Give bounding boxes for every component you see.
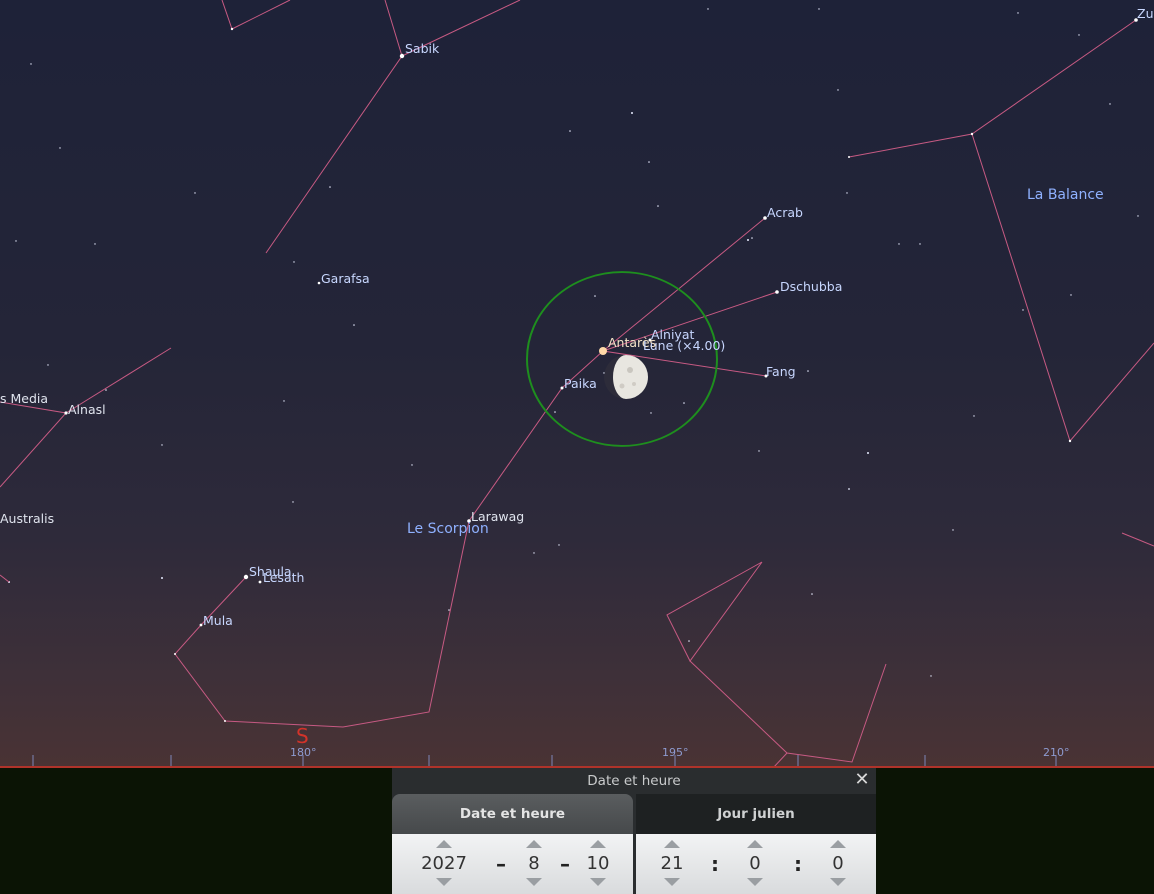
star-label-alnasl: Alnasl (68, 402, 106, 417)
time-separator: : (711, 852, 719, 876)
sky-view[interactable]: Sabik Garafsa Acrab Dschubba Alniyat Ant… (0, 0, 1154, 768)
azimuth-label-195: 195° (662, 746, 689, 759)
date-panel: 2027 – 8 – 10 (392, 834, 633, 894)
moon-label: Lune (×4.00) (643, 338, 725, 353)
star-label-dschubba: Dschubba (780, 279, 842, 294)
day-increment-icon[interactable] (590, 840, 606, 848)
star-label-paika: Paika (564, 376, 597, 391)
second-value[interactable]: 0 (808, 852, 868, 876)
azimuth-ticks (32, 755, 1057, 766)
star-label-sabik: Sabik (405, 41, 440, 56)
tab-date-time[interactable]: Date et heure (392, 794, 633, 834)
hour-increment-icon[interactable] (664, 840, 680, 848)
hour-spinbox[interactable]: 21 (652, 834, 692, 894)
hour-decrement-icon[interactable] (664, 878, 680, 886)
moon-icon[interactable] (604, 355, 648, 399)
star-label-australis: Australis (0, 511, 54, 526)
azimuth-label-210: 210° (1043, 746, 1070, 759)
month-value[interactable]: 8 (504, 852, 564, 876)
time-separator: : (794, 852, 802, 876)
year-decrement-icon[interactable] (436, 878, 452, 886)
day-decrement-icon[interactable] (590, 878, 606, 886)
minute-spinbox[interactable]: 0 (735, 834, 775, 894)
hour-value[interactable]: 21 (642, 852, 702, 876)
minute-decrement-icon[interactable] (747, 878, 763, 886)
day-value[interactable]: 10 (568, 852, 628, 876)
star-label-garafsa: Garafsa (321, 271, 370, 286)
background-stars (8, 8, 1139, 677)
star-label-zul: Zul (1137, 6, 1154, 21)
month-decrement-icon[interactable] (526, 878, 542, 886)
cardinal-south-label: S (296, 724, 309, 748)
second-spinbox[interactable]: 0 (818, 834, 858, 894)
minute-increment-icon[interactable] (747, 840, 763, 848)
constellation-label-libra: La Balance (1027, 187, 1104, 203)
year-value[interactable]: 2027 (414, 852, 474, 876)
tab-julian-day[interactable]: Jour julien (636, 794, 876, 834)
constellation-label-scorpion: Le Scorpion (407, 521, 489, 537)
star-label-acrab: Acrab (767, 205, 803, 220)
dialog-title[interactable]: Date et heure (392, 768, 876, 792)
second-increment-icon[interactable] (830, 840, 846, 848)
star-label-lesath: Lesath (263, 570, 304, 585)
date-time-dialog: Date et heure ✕ Date et heure Jour julie… (392, 768, 876, 894)
time-panel: 21 : 0 : 0 (636, 834, 876, 894)
day-spinbox[interactable]: 10 (578, 834, 618, 894)
year-spinbox[interactable]: 2027 (421, 834, 467, 894)
month-spinbox[interactable]: 8 (514, 834, 554, 894)
star-label-media: s Media (0, 391, 48, 406)
close-icon[interactable]: ✕ (853, 771, 871, 789)
star-label-fang: Fang (766, 364, 796, 379)
minute-value[interactable]: 0 (725, 852, 785, 876)
year-increment-icon[interactable] (436, 840, 452, 848)
star-label-mula: Mula (203, 613, 233, 628)
second-decrement-icon[interactable] (830, 878, 846, 886)
month-increment-icon[interactable] (526, 840, 542, 848)
antares-star[interactable] (599, 347, 607, 355)
